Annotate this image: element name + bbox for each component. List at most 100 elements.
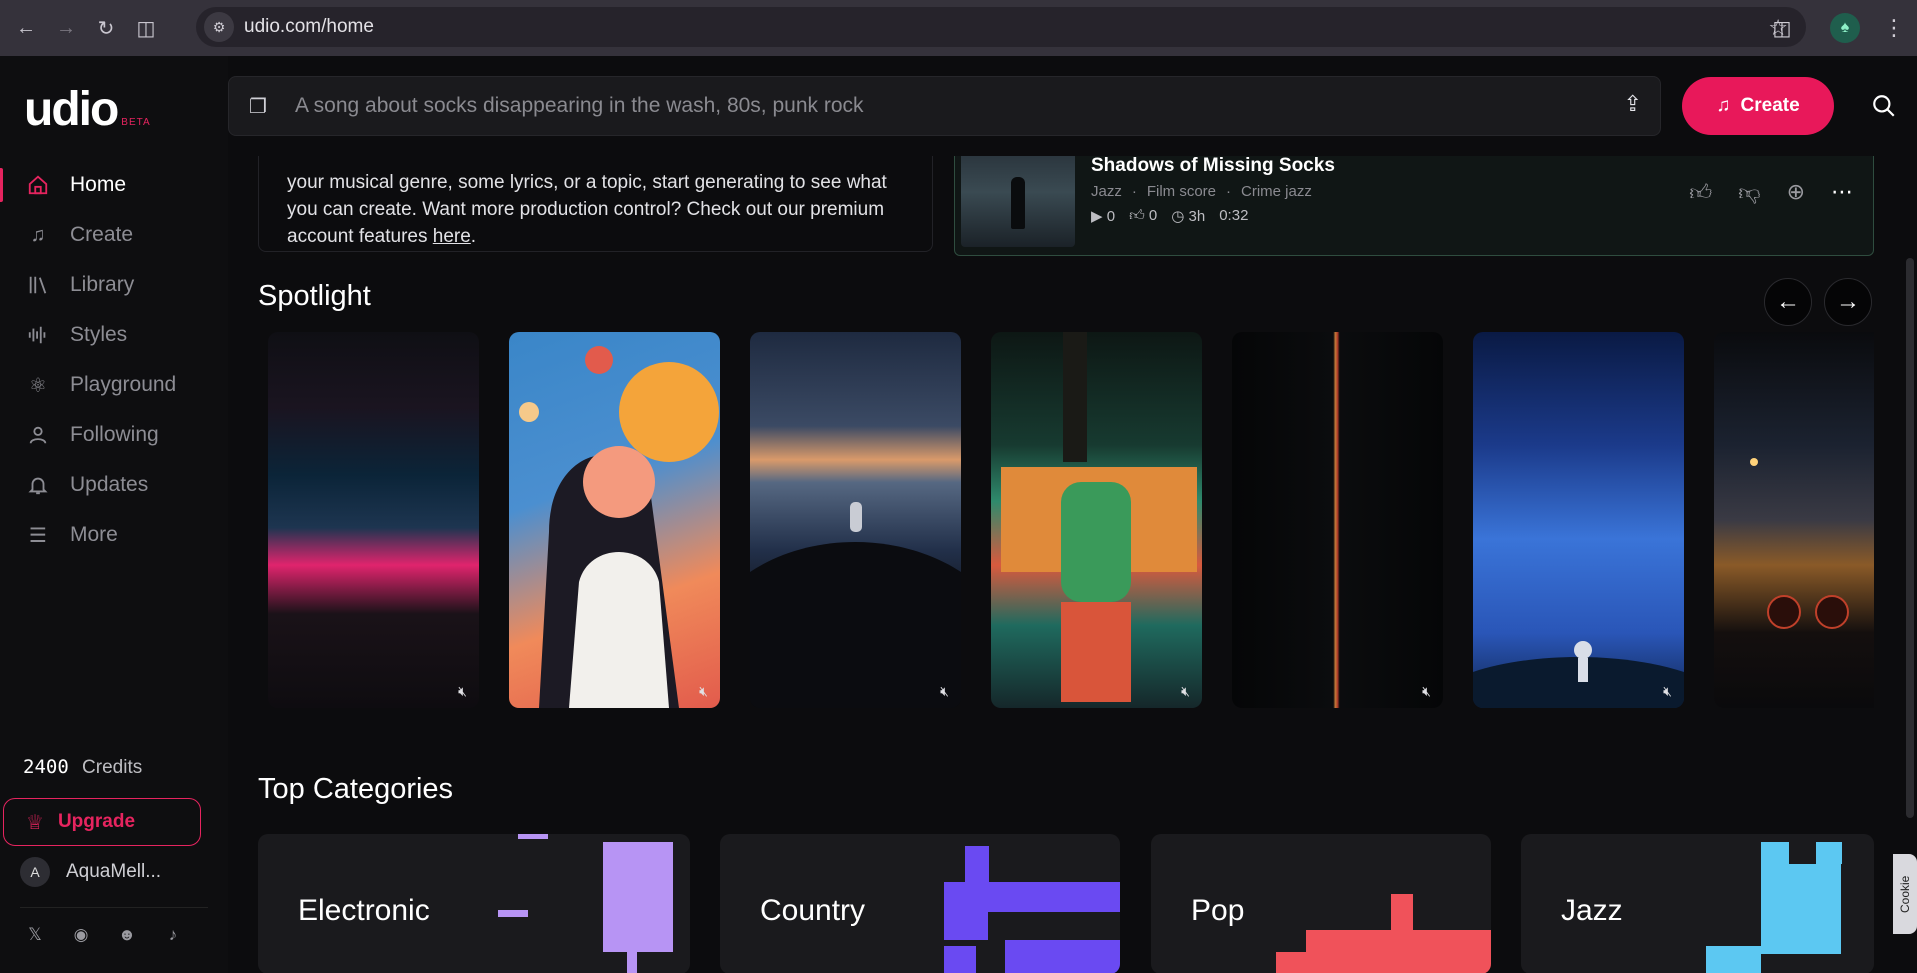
upgrade-label: Upgrade xyxy=(57,811,136,832)
dislike-icon[interactable]: 👎︎ xyxy=(1738,179,1760,206)
sidebar-item-label: More xyxy=(70,523,118,546)
category-electronic[interactable]: Electronic xyxy=(258,834,690,973)
like-icon[interactable]: 👍︎ xyxy=(1689,179,1712,206)
song-thumbnail[interactable] xyxy=(961,156,1075,247)
sidebar-item-create[interactable]: ♫ Create xyxy=(0,210,228,260)
avatar: A xyxy=(20,857,50,887)
cookie-settings-tab[interactable]: Cookie xyxy=(1893,854,1917,934)
spotlight-carousel: 🔇︎ 🔇︎ 🔇︎ 🔇︎ 🔇︎ 🔇︎ xyxy=(268,332,1874,708)
arrow-left-icon[interactable]: ← xyxy=(1764,278,1812,326)
prompt-bar[interactable]: ❐ ⇪ xyxy=(228,76,1661,136)
crown-icon: ♕ xyxy=(26,811,44,834)
udio-logo[interactable]: udio BETA xyxy=(24,86,151,134)
tiktok-icon[interactable]: ♪ xyxy=(158,920,188,950)
song-stats: ▶ 0 👍︎ 0 ◷ 3h 0:32 xyxy=(1091,207,1248,225)
sidebar-item-label: Library xyxy=(70,273,135,296)
back-icon[interactable]: ← xyxy=(6,8,46,48)
song-title[interactable]: Shadows of Missing Socks xyxy=(1091,156,1335,177)
song-card[interactable]: Shadows of Missing Socks Jazz · Film score… xyxy=(954,156,1874,256)
song-actions: 👍︎ 👎︎ ⊕ ⋯ xyxy=(1689,179,1853,206)
sidebar-item-label: Updates xyxy=(70,473,149,496)
site-settings-icon[interactable]: ⚙ xyxy=(204,12,234,42)
spotlight-card[interactable]: 🔇︎ xyxy=(268,332,479,708)
thumb-up-icon: 👍︎ xyxy=(1129,207,1145,224)
sidebar-item-library[interactable]: Library xyxy=(0,260,228,310)
reload-icon[interactable]: ↻ xyxy=(86,8,126,48)
waveform-icon xyxy=(26,323,50,347)
song-tags: Jazz · Film score · Crime jazz xyxy=(1091,183,1312,200)
spotlight-title: Spotlight xyxy=(258,280,371,312)
spotlight-card[interactable]: 🔇︎ xyxy=(1473,332,1684,708)
sidebar-item-label: Playground xyxy=(70,373,177,396)
tag[interactable]: Jazz xyxy=(1091,183,1122,200)
intro-card: your musical genre, some lyrics, or a to… xyxy=(258,156,933,252)
discord-icon[interactable]: ☻ xyxy=(112,920,142,950)
more-options-icon[interactable]: ⋯ xyxy=(1831,179,1853,206)
arrow-right-icon[interactable]: → xyxy=(1824,278,1872,326)
intro-text: your musical genre, some lyrics, or a to… xyxy=(287,172,887,247)
sidebar-item-updates[interactable]: Updates xyxy=(0,460,228,510)
sidebar-item-label: Following xyxy=(70,423,159,446)
mute-icon[interactable]: 🔇︎ xyxy=(1663,683,1672,700)
spotlight-card[interactable]: 🔇︎ xyxy=(991,332,1202,708)
age-stat: ◷ 3h xyxy=(1171,208,1206,225)
mute-icon[interactable]: 🔇︎ xyxy=(1422,683,1431,700)
add-icon[interactable]: ⊕ xyxy=(1787,179,1805,206)
prompt-input[interactable] xyxy=(295,94,1545,118)
sidebar: udio BETA Home ♫ Create Library Styles ⚛ xyxy=(0,56,228,973)
shuffle-prompt-icon[interactable]: ❐ xyxy=(249,94,279,119)
spotlight-card[interactable]: 🔇︎ xyxy=(1232,332,1443,708)
mute-icon[interactable]: 🔇︎ xyxy=(1181,683,1190,700)
artwork-illustration xyxy=(750,502,961,708)
top-categories-title: Top Categories xyxy=(258,773,454,805)
credits-label: Credits xyxy=(82,757,143,778)
x-icon[interactable]: 𝕏 xyxy=(20,920,50,950)
mute-icon[interactable]: 🔇︎ xyxy=(940,683,949,700)
category-pop[interactable]: Pop xyxy=(1151,834,1491,973)
user-name: AquaMell... xyxy=(66,861,162,882)
likes-stat: 👍︎ 0 xyxy=(1129,207,1158,224)
premium-link[interactable]: here xyxy=(433,226,471,247)
extensions-icon[interactable]: ◫ xyxy=(1762,8,1802,48)
address-bar[interactable]: ⚙ udio.com/home ☆ xyxy=(196,7,1806,47)
clock-icon: ◷ xyxy=(1171,208,1185,225)
spotlight-card[interactable] xyxy=(1714,332,1874,708)
artwork-illustration xyxy=(1750,458,1849,629)
tag[interactable]: Film score xyxy=(1147,183,1216,200)
carousel-controls: ← → xyxy=(1764,278,1872,326)
social-links: 𝕏 ◉ ☻ ♪ xyxy=(20,907,208,950)
sidebar-item-playground[interactable]: ⚛ Playground xyxy=(0,360,228,410)
create-button[interactable]: ♫ Create xyxy=(1682,77,1834,135)
music-note-icon: ♫ xyxy=(1716,95,1731,116)
forward-icon[interactable]: → xyxy=(46,8,86,48)
category-name: Electronic xyxy=(298,894,430,927)
atom-icon: ⚛ xyxy=(29,374,47,397)
spotlight-card[interactable]: 🔇︎ xyxy=(509,332,720,708)
upgrade-button[interactable]: ♕ Upgrade xyxy=(3,798,201,846)
home-icon xyxy=(26,173,50,197)
sidebar-item-styles[interactable]: Styles xyxy=(0,310,228,360)
url-text[interactable]: udio.com/home xyxy=(244,16,374,38)
profile-avatar-icon[interactable]: ♠ xyxy=(1830,13,1860,43)
user-profile[interactable]: A AquaMell... xyxy=(20,857,161,887)
browser-menu-icon[interactable]: ⋮ xyxy=(1874,8,1914,48)
sidebar-nav: Home ♫ Create Library Styles ⚛ Playgroun… xyxy=(0,160,228,560)
search-icon[interactable] xyxy=(1864,86,1904,126)
instagram-icon[interactable]: ◉ xyxy=(66,920,96,950)
category-country[interactable]: Country xyxy=(720,834,1120,973)
mute-icon[interactable]: 🔇︎ xyxy=(458,683,467,700)
upload-icon[interactable]: ⇪ xyxy=(1624,91,1642,117)
sidebar-item-following[interactable]: Following xyxy=(0,410,228,460)
duration: 0:32 xyxy=(1219,207,1249,224)
mute-icon[interactable]: 🔇︎ xyxy=(699,683,708,700)
sidebar-item-more[interactable]: ☰ More xyxy=(0,510,228,560)
category-jazz[interactable]: Jazz xyxy=(1521,834,1874,973)
split-view-icon[interactable]: ◫ xyxy=(126,8,166,48)
top-bar: ❐ ⇪ ♫ Create xyxy=(228,56,1917,156)
create-label: Create xyxy=(1740,95,1800,116)
page-scrollbar[interactable] xyxy=(1906,258,1914,818)
beta-badge: BETA xyxy=(121,117,151,128)
spotlight-card[interactable]: 🔇︎ xyxy=(750,332,961,708)
tag[interactable]: Crime jazz xyxy=(1241,183,1312,200)
sidebar-item-home[interactable]: Home xyxy=(0,160,228,210)
